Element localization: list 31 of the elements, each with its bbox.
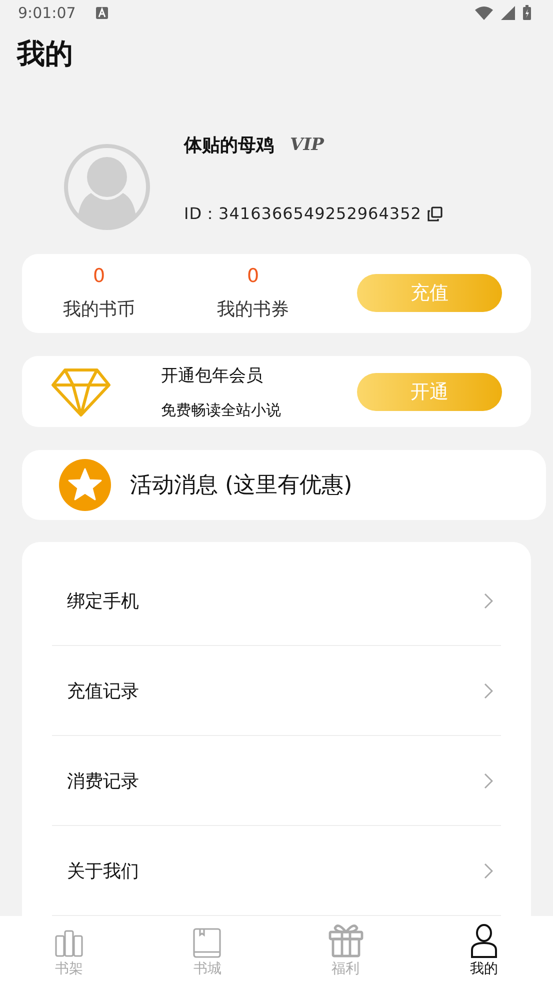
menu-item[interactable]: 消费记录 [52,736,501,826]
stat-value: 0 [246,265,260,288]
promo-card[interactable]: 活动消息 (这里有优惠) [22,450,546,520]
gift-icon [328,922,364,958]
status-time: 9:01:07 [18,4,76,22]
chevron-icon [484,862,493,878]
wifi-icon [475,6,493,20]
signal-icon [501,6,515,20]
nav-tab[interactable]: 我的 [414,916,553,984]
membership-title: 开通包年会员 [161,364,264,387]
person-icon [470,924,498,958]
chevron-icon [484,682,493,698]
page-title: 我的 [17,36,74,72]
diamond-icon [51,366,111,417]
book-icon [193,928,222,958]
menu-item[interactable]: 绑定手机 [52,556,501,646]
membership-subtitle: 免费畅读全站小说 [161,400,282,420]
battery-icon [523,5,531,20]
promo-label: 活动消息 (这里有优惠) [130,472,352,500]
chevron-icon [484,592,493,608]
chevron-icon [484,772,493,788]
stat-label[interactable]: 我的书券 [217,297,289,322]
menu-item[interactable]: 充值记录 [52,646,501,736]
stat-label[interactable]: 我的书币 [63,297,135,322]
keyboard-icon [96,6,108,19]
copy-icon[interactable] [427,206,444,222]
stat-value: 0 [92,265,106,288]
user-name: 体贴的母鸡 [184,134,274,157]
books-icon [54,928,84,958]
vip-label: VIP [290,134,324,155]
user-id: ID：3416366549252964352 [184,204,422,225]
